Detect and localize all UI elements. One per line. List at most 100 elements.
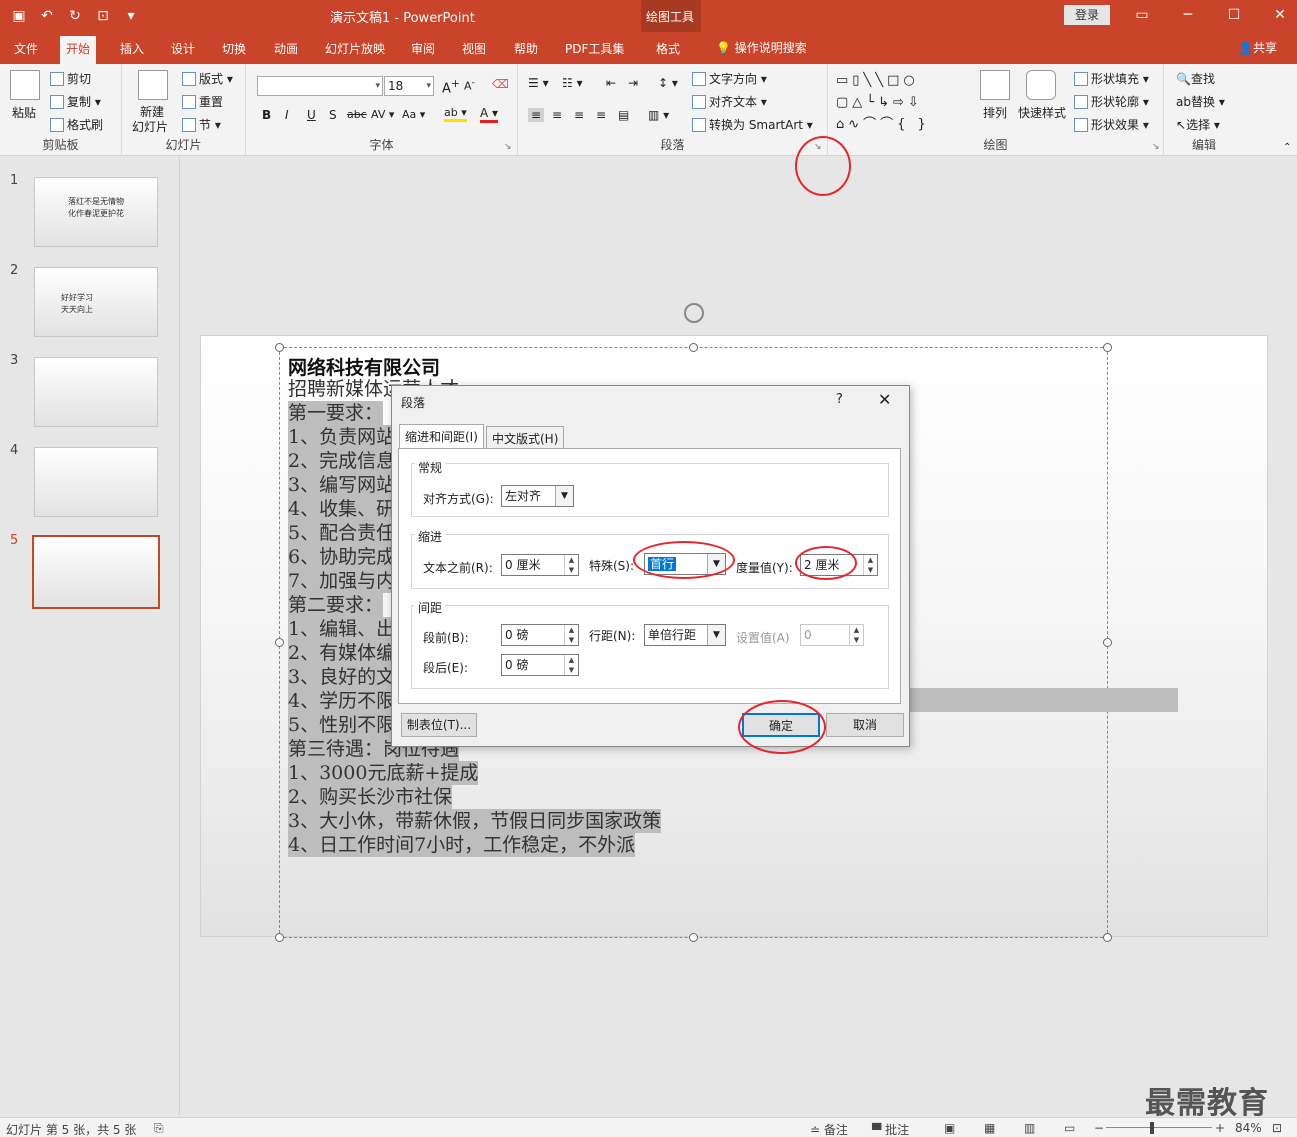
zoom-level[interactable]: 84%: [1235, 1121, 1262, 1135]
reading-view-icon[interactable]: ▥: [1024, 1121, 1035, 1135]
slide-sorter-icon[interactable]: ▦: [984, 1121, 995, 1135]
quick-styles-icon[interactable]: [1026, 70, 1056, 100]
copy-button[interactable]: 复制 ▾: [50, 93, 101, 110]
ribbon-display-options-icon[interactable]: ▭: [1128, 4, 1156, 26]
slideshow-view-icon[interactable]: ▭: [1064, 1121, 1075, 1135]
tab-view[interactable]: 视图: [456, 38, 492, 64]
zoom-out-icon[interactable]: −: [1094, 1121, 1104, 1135]
decrease-font-icon[interactable]: A-: [464, 77, 475, 93]
resize-handle[interactable]: [689, 343, 698, 352]
section-button[interactable]: 节 ▾: [182, 116, 221, 133]
tab-slideshow[interactable]: 幻灯片放映: [319, 38, 391, 64]
slide-thumbnail-2[interactable]: 好好学习 天天向上: [34, 267, 158, 337]
fit-to-window-icon[interactable]: ⊡: [1272, 1121, 1282, 1135]
cancel-button[interactable]: 取消: [826, 713, 904, 737]
notes-button[interactable]: ≐ 备注: [810, 1121, 848, 1137]
resize-handle[interactable]: [1103, 343, 1112, 352]
undo-icon[interactable]: ↶: [36, 5, 58, 27]
customize-qat-icon[interactable]: ▾: [120, 5, 142, 27]
spinner-icon[interactable]: ▲ ▼: [564, 555, 578, 575]
distributed-icon[interactable]: ▤: [618, 108, 629, 122]
normal-view-icon[interactable]: ▣: [944, 1121, 955, 1135]
format-painter-button[interactable]: 格式刷: [50, 116, 103, 133]
new-slide-label-2[interactable]: 幻灯片: [132, 118, 168, 135]
tab-format[interactable]: 格式: [650, 38, 686, 64]
quick-styles-button[interactable]: 快速样式: [1018, 104, 1066, 121]
slide-thumbnail-1[interactable]: 落红不是无情物 化作春泥更护花: [34, 177, 158, 247]
font-dialog-launcher-icon[interactable]: ↘: [504, 142, 512, 152]
spinner-icon[interactable]: ▲ ▼: [863, 555, 877, 575]
character-spacing-icon[interactable]: AV ▾: [371, 108, 394, 121]
tab-file[interactable]: 文件: [8, 38, 44, 64]
font-name-combo[interactable]: ▾: [257, 76, 383, 96]
zoom-in-icon[interactable]: +: [1215, 1121, 1225, 1135]
text-shadow-icon[interactable]: S: [329, 108, 337, 122]
spellcheck-icon[interactable]: ⎘: [154, 1121, 164, 1136]
font-color-icon[interactable]: A ▾: [480, 106, 499, 123]
find-button[interactable]: 🔍查找: [1176, 70, 1215, 87]
zoom-slider-thumb[interactable]: [1150, 1122, 1154, 1134]
select-button[interactable]: ↖选择 ▾: [1176, 116, 1220, 133]
strikethrough-icon[interactable]: abc: [347, 108, 367, 121]
resize-handle[interactable]: [275, 638, 284, 647]
vertical-scrollbar[interactable]: [1288, 157, 1297, 1115]
redo-icon[interactable]: ↻: [64, 5, 86, 27]
tabs-button[interactable]: 制表位(T)...: [401, 713, 477, 737]
spinner-icon[interactable]: ▲ ▼: [564, 625, 578, 645]
shape-outline-button[interactable]: 形状轮廓 ▾: [1074, 93, 1149, 110]
resize-handle[interactable]: [1103, 638, 1112, 647]
before-spacing-input[interactable]: 0 磅 ▲ ▼: [501, 624, 579, 646]
login-button[interactable]: 登录: [1064, 5, 1110, 25]
layout-button[interactable]: 版式 ▾: [182, 70, 233, 87]
clear-formatting-icon[interactable]: ⌫: [492, 77, 509, 91]
close-icon[interactable]: ✕: [1266, 4, 1294, 26]
line-spacing-select[interactable]: 单倍行距 ▼: [644, 624, 726, 646]
shapes-gallery[interactable]: ▭▯╲╲□○ ▢△└↳⇨⇩ ⌂∿⌒⌒{ }: [836, 70, 964, 136]
new-slide-icon[interactable]: [138, 70, 168, 100]
arrange-button[interactable]: 排列: [983, 104, 1007, 121]
tab-chinese-typography[interactable]: 中文版式(H): [486, 426, 565, 448]
increase-indent-icon[interactable]: ⇥: [628, 76, 638, 90]
highlight-icon[interactable]: ab ▾: [444, 106, 467, 122]
align-right-icon[interactable]: ≡: [574, 108, 584, 122]
before-text-input[interactable]: 0 厘米 ▲ ▼: [501, 554, 579, 576]
bold-icon[interactable]: B: [262, 108, 271, 122]
tab-insert[interactable]: 插入: [114, 38, 150, 64]
maximize-icon[interactable]: ☐: [1220, 4, 1248, 26]
close-icon[interactable]: ✕: [878, 390, 891, 409]
justify-icon[interactable]: ≡: [596, 108, 606, 122]
resize-handle[interactable]: [689, 933, 698, 942]
slide-thumbnail-4[interactable]: [34, 447, 158, 517]
tab-pdf-tools[interactable]: PDF工具集: [559, 38, 630, 64]
decrease-indent-icon[interactable]: ⇤: [606, 76, 616, 90]
slide-thumbnail-5[interactable]: [32, 535, 160, 609]
tab-transitions[interactable]: 切换: [216, 38, 252, 64]
increase-font-icon[interactable]: A+: [442, 77, 460, 96]
text-direction-button[interactable]: 文字方向 ▾: [692, 70, 767, 87]
italic-icon[interactable]: I: [285, 108, 289, 122]
shape-fill-button[interactable]: 形状填充 ▾: [1074, 70, 1149, 87]
change-case-icon[interactable]: Aa ▾: [402, 108, 425, 121]
tab-animations[interactable]: 动画: [268, 38, 304, 64]
paste-button[interactable]: 粘贴: [12, 104, 36, 121]
minimize-icon[interactable]: ─: [1174, 4, 1202, 26]
arrange-icon[interactable]: [980, 70, 1010, 100]
paste-icon[interactable]: [10, 70, 40, 100]
share-button[interactable]: 👤共享: [1238, 39, 1277, 56]
alignment-select[interactable]: 左对齐 ▼: [501, 485, 574, 507]
collapse-ribbon-icon[interactable]: ⌃: [1283, 142, 1291, 153]
zoom-slider[interactable]: [1106, 1127, 1212, 1128]
spinner-icon[interactable]: ▲ ▼: [564, 655, 578, 675]
tab-indents-spacing[interactable]: 缩进和间距(I): [399, 424, 484, 449]
bullets-icon[interactable]: ☰ ▾: [528, 76, 549, 90]
drawing-dialog-launcher-icon[interactable]: ↘: [1152, 142, 1160, 152]
comments-button[interactable]: ▀ 批注: [872, 1121, 909, 1137]
align-text-button[interactable]: 对齐文本 ▾: [692, 93, 767, 110]
tell-me-search[interactable]: 💡 操作说明搜索: [716, 39, 807, 56]
resize-handle[interactable]: [275, 343, 284, 352]
shape-effects-button[interactable]: 形状效果 ▾: [1074, 116, 1149, 133]
slide-thumbnail-3[interactable]: [34, 357, 158, 427]
after-spacing-input[interactable]: 0 磅 ▲ ▼: [501, 654, 579, 676]
rotate-handle[interactable]: [684, 303, 704, 323]
cut-button[interactable]: 剪切: [50, 70, 91, 87]
